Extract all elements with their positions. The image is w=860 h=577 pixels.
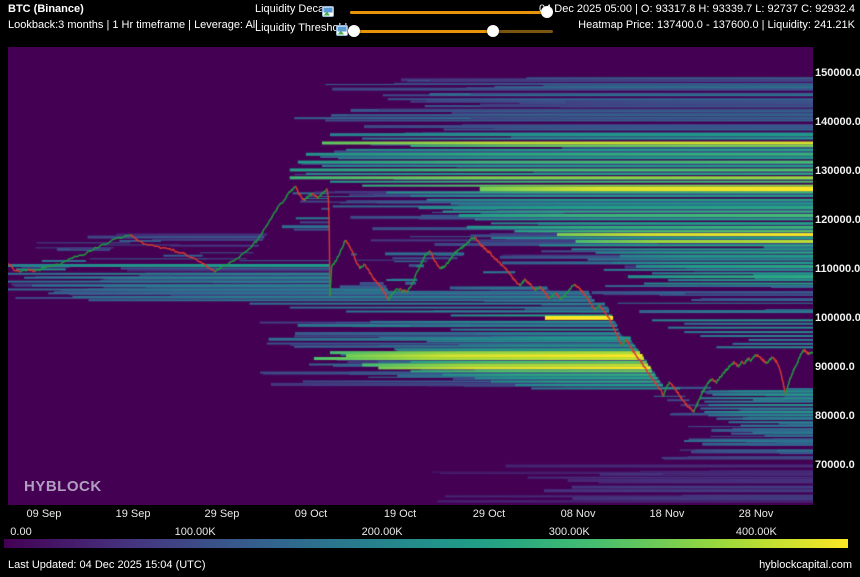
y-axis-label: 150000.0 (815, 67, 860, 79)
heatmap-price-readout: Heatmap Price: 137400.0 - 137600.0 | Liq… (578, 19, 855, 32)
last-updated-text: Last Updated: 04 Dec 2025 15:04 (UTC) (8, 559, 206, 571)
hyblock-watermark: HYBLOCK (24, 478, 102, 495)
x-axis-label: 19 Sep (116, 508, 151, 520)
threshold-slider-thumb-low[interactable] (348, 25, 360, 37)
decay-tooltip-icon[interactable] (322, 4, 334, 15)
threshold-tooltip-icon[interactable] (336, 23, 348, 34)
colorbar-tick-label: 200.00K (362, 526, 403, 538)
y-axis-label: 100000.0 (815, 312, 860, 324)
y-axis-label: 90000.0 (815, 361, 855, 373)
x-axis-label: 19 Oct (384, 508, 416, 520)
liquidity-threshold-label: Liquidity Threshold (255, 22, 347, 35)
colorbar-tick-label: 300.00K (549, 526, 590, 538)
colorbar-tick-label: 100.00K (175, 526, 216, 538)
y-axis-label: 120000.0 (815, 214, 860, 226)
y-axis-label: 130000.0 (815, 165, 860, 177)
liquidity-heatmap-canvas[interactable] (8, 47, 813, 505)
x-axis-label: 09 Sep (27, 508, 62, 520)
y-axis-label: 70000.0 (815, 459, 855, 471)
y-axis-label: 110000.0 (815, 263, 860, 275)
x-axis-label: 29 Sep (205, 508, 240, 520)
symbol-title: BTC (Binance) (8, 3, 84, 16)
x-axis-label: 09 Oct (295, 508, 327, 520)
x-axis-label: 28 Nov (739, 508, 774, 520)
y-axis-label: 140000.0 (815, 116, 860, 128)
liquidity-decay-slider[interactable] (350, 5, 553, 19)
x-axis-label: 29 Oct (473, 508, 505, 520)
y-axis-label: 80000.0 (815, 410, 855, 422)
x-axis-label: 08 Nov (561, 508, 596, 520)
threshold-slider-fill (354, 30, 493, 33)
liquidity-decay-label: Liquidity Decay (255, 3, 330, 16)
threshold-slider-thumb-high[interactable] (487, 25, 499, 37)
lookback-settings-text: Lookback:3 months | 1 Hr timeframe | Lev… (8, 19, 258, 32)
decay-slider-fill (350, 11, 547, 14)
x-axis-label: 18 Nov (650, 508, 685, 520)
colorbar-tick-label: 400.00K (736, 526, 777, 538)
colorbar-tick-label: 0.00 (10, 526, 31, 538)
liquidity-threshold-slider[interactable] (352, 24, 553, 38)
liquidity-colorbar (4, 539, 848, 548)
site-credit-text: hyblockcapital.com (759, 559, 852, 571)
ohlc-readout: 04 Dec 2025 05:00 | O: 93317.8 H: 93339.… (539, 3, 855, 16)
liquidity-heatmap-app: BTC (Binance) Lookback:3 months | 1 Hr t… (0, 0, 860, 577)
